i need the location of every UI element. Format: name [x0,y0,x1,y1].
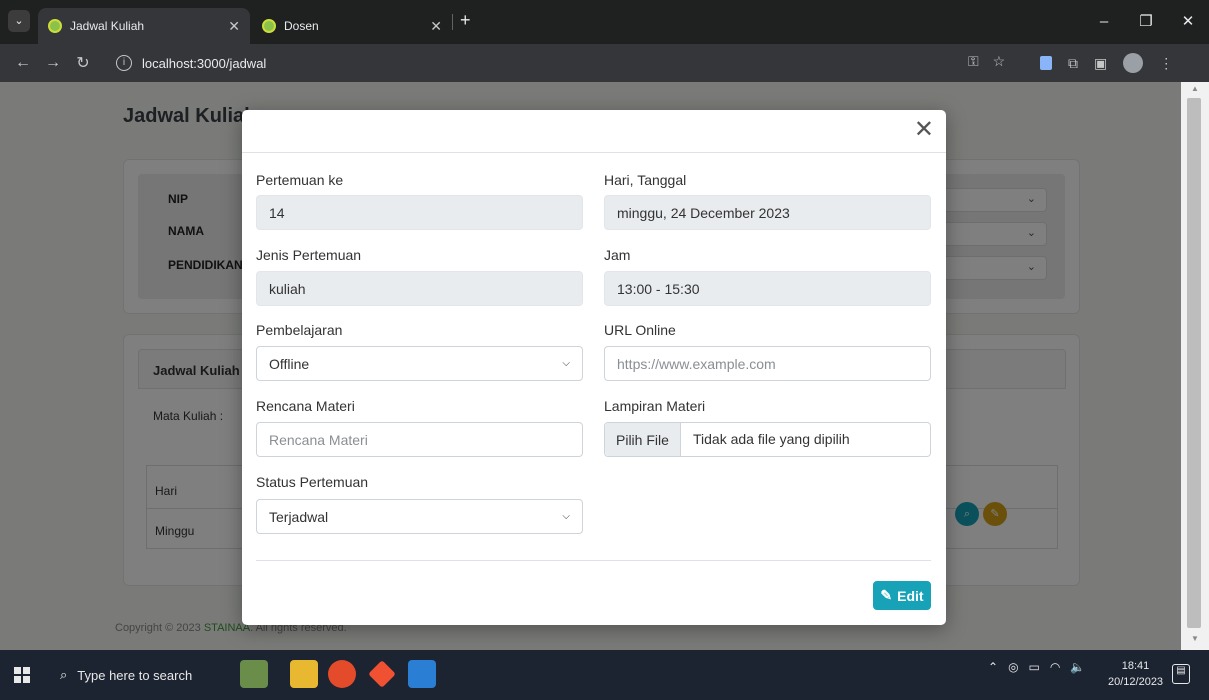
edit-icon: ✎ [880,587,893,603]
url-online-input[interactable]: https://www.example.com [604,346,931,381]
window-controls: – ❐ ✕ [1083,0,1209,44]
minimize-icon[interactable]: – [1083,0,1125,44]
vscode-icon[interactable] [408,660,436,688]
close-icon[interactable]: ✕ [914,118,934,142]
favicon-icon [262,19,276,33]
windows-start-icon[interactable] [14,667,30,683]
back-icon[interactable]: ← [8,54,38,72]
toolbar-extensions: ⧉ ▣ ⋮ [1040,53,1173,73]
browser-toolbar: ← → ↻ i localhost:3000/jadwal ⚿ ☆ ⧉ ▣ ⋮ [0,44,1209,82]
clock[interactable]: 18:41 20/12/2023 [1108,658,1163,690]
network-icon[interactable]: ◎ [1008,660,1018,674]
tab-search-menu-icon[interactable]: ⌄ [8,10,30,32]
jam-label: Jam [604,247,631,263]
edit-pertemuan-modal: ✕ Pertemuan ke 14 Hari, Tanggal minggu, … [242,110,946,625]
pertemuan-field: 14 [256,195,583,230]
tab-separator [452,14,453,30]
scroll-down-icon[interactable]: ▼ [1181,634,1209,648]
pembelajaran-select[interactable]: Offline ⌵ [256,346,583,381]
omnibox-actions: ⚿ ☆ [968,53,1005,70]
volume-icon[interactable]: 🔈 [1070,660,1085,674]
edit-button-label: Edit [897,587,924,604]
restore-icon[interactable]: ❐ [1125,0,1167,44]
profile-avatar-icon[interactable] [1123,53,1144,73]
address-bar[interactable]: i localhost:3000/jadwal [110,49,1030,77]
taskbar-search[interactable]: ⌕ Type here to search [46,650,226,700]
choose-file-button[interactable]: Pilih File [605,423,681,456]
chevron-down-icon: ⌵ [562,511,570,522]
tab-close-icon[interactable]: ✕ [430,18,442,35]
modal-header: ✕ [242,110,946,153]
search-placeholder: Type here to search [77,667,193,683]
status-pertemuan-select[interactable]: Terjadwal ⌵ [256,499,583,534]
tab-title: Dosen [284,19,319,33]
edit-button[interactable]: ✎ Edit [873,581,931,610]
lampiran-materi-label: Lampiran Materi [604,398,706,414]
scroll-up-icon[interactable]: ▲ [1181,84,1209,98]
url-online-label: URL Online [604,322,676,338]
scroll-thumb[interactable] [1187,98,1201,628]
pembelajaran-label: Pembelajaran [256,322,343,338]
lampiran-file-input[interactable]: Pilih File Tidak ada file yang dipilih [604,422,931,457]
clock-date: 20/12/2023 [1108,676,1164,688]
notification-icon[interactable]: ▤ [1172,664,1190,684]
wifi-icon[interactable]: ◠ [1050,660,1060,674]
favicon-icon [48,19,62,33]
browser-menu-icon[interactable]: ⋮ [1159,55,1173,72]
side-panel-icon[interactable]: ▣ [1094,55,1107,72]
bookmark-star-icon[interactable]: ☆ [993,53,1006,70]
jenis-pertemuan-label: Jenis Pertemuan [256,247,362,263]
extension-icon[interactable] [1040,56,1052,70]
jam-field: 13:00 - 15:30 [604,271,931,306]
tab-title: Jadwal Kuliah [70,19,145,33]
browser-tab-strip: ⌄ Jadwal Kuliah ✕ Dosen ✕ + – ❐ ✕ [0,0,1209,44]
jenis-pertemuan-field: kuliah [256,271,583,306]
git-icon[interactable] [368,660,396,688]
page-scrollbar[interactable]: ▲ ▼ [1181,82,1209,650]
windows-taskbar: ⌕ Type here to search ⌃ ◎ ▭ ◠ 🔈 18:41 20… [0,650,1209,700]
site-info-icon[interactable]: i [116,55,132,71]
new-tab-icon[interactable]: + [460,10,471,31]
chevron-up-icon[interactable]: ⌃ [988,660,998,674]
rencana-materi-label: Rencana Materi [256,398,355,414]
pertemuan-label: Pertemuan ke [256,172,344,188]
chrome-icon[interactable] [328,660,356,688]
close-window-icon[interactable]: ✕ [1167,0,1209,44]
tab-dosen[interactable]: Dosen ✕ [252,8,452,44]
tab-close-icon[interactable]: ✕ [228,18,240,35]
rencana-materi-input[interactable]: Rencana Materi [256,422,583,457]
status-pertemuan-label: Status Pertemuan [256,474,369,490]
extensions-puzzle-icon[interactable]: ⧉ [1068,55,1078,72]
forward-icon[interactable]: → [38,54,68,72]
chevron-down-icon: ⌵ [562,358,570,369]
battery-icon[interactable]: ▭ [1029,660,1040,674]
search-icon: ⌕ [60,667,68,682]
system-tray: ⌃ ◎ ▭ ◠ 🔈 [988,660,1085,674]
file-explorer-icon[interactable] [290,660,318,688]
file-status-text: Tidak ada file yang dipilih [693,431,850,447]
modal-divider [256,560,931,561]
clock-time: 18:41 [1121,660,1150,672]
reload-icon[interactable]: ↻ [68,53,98,73]
pembelajaran-value: Offline [269,355,310,372]
tab-jadwal-kuliah[interactable]: Jadwal Kuliah ✕ [38,8,250,44]
url-text: localhost:3000/jadwal [142,55,267,71]
status-pertemuan-value: Terjadwal [269,508,329,525]
hari-tanggal-field: minggu, 24 December 2023 [604,195,931,230]
password-key-icon[interactable]: ⚿ [968,53,979,70]
game-app-icon[interactable] [240,660,268,688]
hari-tanggal-label: Hari, Tanggal [604,172,687,188]
